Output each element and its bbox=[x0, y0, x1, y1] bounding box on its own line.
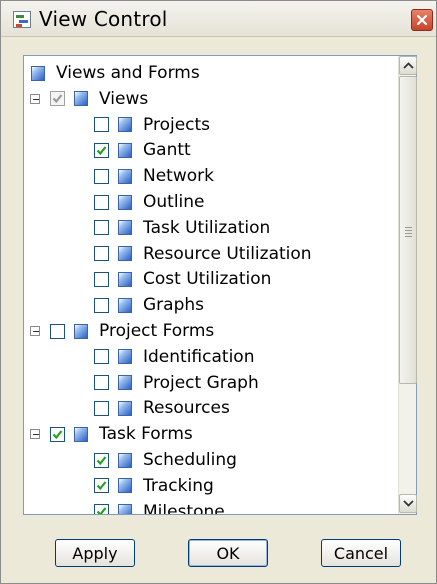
tree-item[interactable]: Projects bbox=[94, 112, 210, 138]
tree-item[interactable]: Milestone bbox=[94, 499, 225, 514]
tree-item-checkbox[interactable] bbox=[50, 426, 65, 442]
view-node-icon bbox=[74, 91, 88, 107]
tree-item[interactable]: Task Utilization bbox=[94, 215, 270, 241]
tree-item-label: Project Forms bbox=[99, 321, 215, 341]
tree-item[interactable]: Views bbox=[30, 86, 148, 112]
tree-item-label: Views and Forms bbox=[56, 63, 200, 83]
tree-item-checkbox[interactable] bbox=[94, 375, 109, 391]
view-node-icon bbox=[118, 400, 132, 416]
tree-item[interactable]: Cost Utilization bbox=[94, 266, 271, 292]
tree-item-label: Resource Utilization bbox=[143, 243, 312, 264]
view-node-icon bbox=[74, 426, 88, 442]
tree-item-label: Milestone bbox=[143, 501, 225, 514]
tree-item-checkbox[interactable] bbox=[94, 142, 109, 158]
view-node-icon bbox=[118, 349, 132, 365]
tree-item-label: Graphs bbox=[143, 295, 205, 316]
tree-item-label: Scheduling bbox=[143, 450, 237, 470]
window-title: View Control bbox=[39, 7, 168, 31]
view-node-icon bbox=[118, 168, 132, 184]
collapse-toggle-icon[interactable] bbox=[30, 326, 40, 336]
cancel-button[interactable]: Cancel bbox=[321, 539, 401, 567]
tree-item[interactable]: Gantt bbox=[94, 137, 191, 163]
views-forms-tree-list[interactable]: Views and Forms Views Projects Gantt Network… bbox=[23, 55, 417, 515]
tree-item-label: Project Graph bbox=[143, 372, 259, 393]
tree-item-checkbox[interactable] bbox=[50, 323, 65, 339]
tree-item-checkbox[interactable] bbox=[94, 194, 109, 210]
tree-item-label: Identification bbox=[143, 346, 255, 367]
tree-item-label: Cost Utilization bbox=[143, 269, 272, 290]
tree-item-checkbox[interactable] bbox=[94, 168, 109, 184]
close-button[interactable] bbox=[411, 9, 433, 31]
collapse-toggle-icon[interactable] bbox=[30, 429, 40, 440]
app-gantt-icon bbox=[13, 11, 31, 28]
tree-item-checkbox[interactable] bbox=[94, 297, 109, 313]
ok-button[interactable]: OK bbox=[188, 539, 268, 567]
view-control-dialog: View Control Views and Forms Views Project… bbox=[0, 0, 437, 584]
tree-item-checkbox[interactable] bbox=[94, 478, 109, 494]
checkmark-icon bbox=[52, 94, 63, 104]
tree-item-checkbox[interactable] bbox=[94, 117, 109, 133]
tree-item[interactable]: Resources bbox=[94, 395, 230, 421]
tree-item-label: Task Forms bbox=[99, 424, 193, 445]
tree-item[interactable]: Views and Forms bbox=[31, 60, 200, 86]
tree-item-label: Resources bbox=[143, 398, 230, 419]
tree-item[interactable]: Project Graph bbox=[94, 370, 259, 396]
tree-item-label: Views bbox=[99, 88, 149, 109]
collapse-toggle-icon[interactable] bbox=[30, 93, 40, 104]
tree-item-label: Tracking bbox=[143, 475, 214, 496]
tree-item-checkbox[interactable] bbox=[94, 246, 109, 262]
view-node-icon bbox=[118, 246, 132, 262]
view-node-icon bbox=[74, 323, 88, 339]
tree-item-label: Task Utilization bbox=[143, 217, 271, 238]
tree-item-label: Network bbox=[143, 166, 214, 187]
tree-item-checkbox[interactable] bbox=[94, 504, 109, 514]
checkmark-icon bbox=[96, 146, 107, 156]
tree-item[interactable]: Project Forms bbox=[30, 318, 214, 344]
view-node-icon bbox=[118, 452, 132, 468]
tree-item[interactable]: Network bbox=[94, 163, 214, 189]
title-bar[interactable]: View Control bbox=[1, 1, 436, 37]
scroll-thumb[interactable] bbox=[399, 76, 417, 384]
tree-item-label: Outline bbox=[143, 192, 205, 212]
view-node-icon bbox=[118, 220, 132, 236]
tree-viewport: Views and Forms Views Projects Gantt Network… bbox=[24, 56, 398, 514]
view-node-icon bbox=[118, 142, 132, 158]
checkmark-icon bbox=[96, 481, 107, 491]
tree-item[interactable]: Scheduling bbox=[94, 447, 237, 473]
tree-item-label: Projects bbox=[143, 114, 211, 135]
tree-item-checkbox[interactable] bbox=[94, 220, 109, 236]
tree-item[interactable]: Resource Utilization bbox=[94, 241, 312, 267]
vertical-scrollbar[interactable] bbox=[398, 56, 417, 514]
tree-item-checkbox[interactable] bbox=[94, 349, 109, 365]
view-node-icon bbox=[118, 117, 132, 133]
close-icon bbox=[416, 14, 428, 26]
scroll-up-button[interactable] bbox=[399, 56, 417, 75]
tree-item[interactable]: Outline bbox=[94, 189, 205, 215]
scroll-down-button[interactable] bbox=[399, 494, 417, 513]
tree-item[interactable]: Graphs bbox=[94, 292, 204, 318]
tree-item-checkbox[interactable] bbox=[94, 271, 109, 287]
view-node-icon bbox=[118, 375, 132, 391]
tree-item[interactable]: Identification bbox=[94, 344, 254, 370]
view-node-icon bbox=[118, 194, 132, 210]
view-node-icon bbox=[118, 271, 132, 287]
tree-item-checkbox[interactable] bbox=[94, 452, 109, 468]
tree-item[interactable]: Task Forms bbox=[30, 421, 193, 447]
view-node-icon bbox=[118, 504, 132, 514]
view-node-icon bbox=[118, 297, 132, 313]
tree-item-checkbox[interactable] bbox=[50, 91, 65, 107]
view-node-icon bbox=[118, 478, 132, 494]
view-node-icon bbox=[31, 65, 45, 81]
tree-item[interactable]: Tracking bbox=[94, 473, 214, 499]
tree-item-label: Gantt bbox=[143, 140, 191, 161]
checkmark-icon bbox=[96, 507, 107, 514]
chevron-up-icon bbox=[403, 62, 414, 69]
apply-button[interactable]: Apply bbox=[55, 539, 135, 567]
checkmark-icon bbox=[52, 430, 63, 439]
checkmark-icon bbox=[96, 455, 107, 465]
chevron-down-icon bbox=[403, 500, 414, 507]
tree-item-checkbox[interactable] bbox=[94, 400, 109, 416]
